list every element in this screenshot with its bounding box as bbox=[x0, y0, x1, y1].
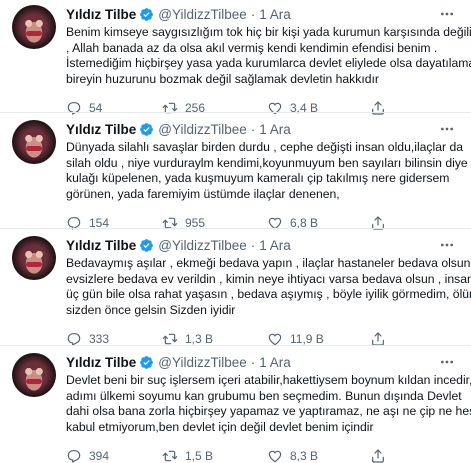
avatar[interactable] bbox=[12, 353, 56, 397]
more-options-icon[interactable] bbox=[437, 5, 457, 23]
reply-button[interactable]: 54 bbox=[66, 99, 102, 117]
tweet[interactable]: Yıldız Tilbe @YildizzTilbee · 1 Ara Beni… bbox=[0, 5, 471, 115]
tweet-feed: Yıldız Tilbe @YildizzTilbee · 1 Ara Beni… bbox=[0, 0, 471, 463]
retweet-count: 256 bbox=[185, 101, 206, 116]
author-handle[interactable]: @YildizzTilbee bbox=[158, 238, 246, 253]
verified-badge-icon bbox=[139, 7, 154, 22]
tweet-actions: 54 256 3,4 B bbox=[66, 99, 461, 117]
more-options-icon[interactable] bbox=[437, 120, 457, 138]
more-options-icon[interactable] bbox=[437, 236, 457, 254]
share-button[interactable] bbox=[370, 447, 386, 463]
verified-badge-icon bbox=[139, 355, 154, 370]
separator-dot: · bbox=[250, 6, 256, 22]
reply-count: 394 bbox=[89, 449, 110, 463]
tweet-text-line: adımı ülkemi soyumu kan grubumu ben seçm… bbox=[66, 388, 462, 403]
like-count: 3,4 B bbox=[290, 101, 319, 116]
tweet-header: Yıldız Tilbe @YildizzTilbee · 1 Ara bbox=[66, 236, 291, 254]
tweet-divider bbox=[0, 112, 471, 113]
separator-dot: · bbox=[250, 237, 256, 253]
retweet-icon bbox=[162, 100, 178, 116]
tweet-date[interactable]: 1 Ara bbox=[259, 238, 291, 253]
reply-icon bbox=[66, 448, 82, 463]
tweet-actions: 394 1,5 B 8,3 B bbox=[66, 447, 461, 463]
separator-dot: · bbox=[250, 354, 256, 370]
tweet-text-line: kulağı küpelenen, yada kuşmuyum kameralı… bbox=[66, 171, 450, 186]
retweet-button[interactable]: 256 bbox=[162, 99, 205, 117]
tweet-text-line: evsizlere bedava ev verildin , kimin ney… bbox=[66, 271, 471, 286]
more-options-icon[interactable] bbox=[437, 353, 457, 371]
tweet-header: Yıldız Tilbe @YildizzTilbee · 1 Ara bbox=[66, 120, 291, 138]
author-name[interactable]: Yıldız Tilbe bbox=[66, 122, 136, 137]
like-button[interactable]: 8,3 B bbox=[267, 447, 318, 463]
tweet-text-line: kabul etmiyorum,ben devlet için değil de… bbox=[66, 419, 374, 434]
like-count: 8,3 B bbox=[290, 449, 319, 463]
tweet-text: Devlet beni bir suç işlersem içeri atabi… bbox=[66, 373, 471, 435]
tweet-date[interactable]: 1 Ara bbox=[259, 7, 291, 22]
tweet-text: Dünyada silahlı savaşlar birden durdu , … bbox=[66, 140, 468, 202]
avatar[interactable] bbox=[12, 120, 56, 164]
tweet-divider bbox=[0, 345, 471, 346]
tweet-text-line: dahi olsa bana zorla hiçbirşey yapamaz v… bbox=[66, 404, 471, 419]
tweet-text-line: Benim kimseye saygısızlığım tok hiç bir … bbox=[66, 25, 471, 39]
tweet[interactable]: Yıldız Tilbe @YildizzTilbee · 1 Ara Düny… bbox=[0, 120, 471, 230]
like-button[interactable]: 3,4 B bbox=[267, 99, 318, 117]
tweet-text-line: İstemediğim hiçbirşey yasa yada kurumlar… bbox=[66, 56, 471, 71]
reply-button[interactable]: 154 bbox=[66, 214, 109, 232]
tweet[interactable]: Yıldız Tilbe @YildizzTilbee · 1 Ara Beda… bbox=[0, 236, 471, 346]
reply-button[interactable]: 394 bbox=[66, 447, 109, 463]
author-handle[interactable]: @YildizzTilbee bbox=[158, 122, 246, 137]
tweet-text-line: Bedavaymış aşılar , ekmeği bedava yapın … bbox=[66, 256, 471, 270]
tweet-text: Benim kimseye saygısızlığım tok hiç bir … bbox=[66, 25, 471, 87]
tweet-text-line: , Allah banada az da olsa akıl vermiş ke… bbox=[66, 40, 438, 55]
tweet-text-line: görünen, yada faremiyim üstümde ilaçlar … bbox=[66, 186, 340, 201]
tweet-text-line: sizden önce gelsin Sizden iyidir bbox=[66, 302, 236, 317]
author-handle[interactable]: @YildizzTilbee bbox=[158, 355, 246, 370]
author-name[interactable]: Yıldız Tilbe bbox=[66, 355, 136, 370]
tweet-divider bbox=[0, 228, 471, 229]
tweet-text-line: üç gün bile olsa rahat yaşasın , bedava … bbox=[66, 287, 471, 302]
author-name[interactable]: Yıldız Tilbe bbox=[66, 238, 136, 253]
verified-badge-icon bbox=[139, 238, 154, 253]
share-button[interactable] bbox=[370, 214, 386, 232]
author-handle[interactable]: @YildizzTilbee bbox=[158, 7, 246, 22]
like-button[interactable]: 6,8 B bbox=[267, 214, 318, 232]
reply-count: 54 bbox=[89, 101, 103, 116]
like-heart-icon bbox=[267, 100, 283, 116]
reply-icon bbox=[66, 100, 82, 116]
tweet-text-line: silah oldu , niye vurduraylm kendimi,koy… bbox=[66, 155, 468, 170]
separator-dot: · bbox=[250, 121, 256, 137]
retweet-icon bbox=[162, 448, 178, 463]
tweet-text: Bedavaymış aşılar , ekmeği bedava yapın … bbox=[66, 256, 471, 318]
tweet-text-line: Devlet beni bir suç işlersem içeri atabi… bbox=[66, 373, 471, 387]
share-icon bbox=[370, 100, 386, 116]
tweet-header: Yıldız Tilbe @YildizzTilbee · 1 Ara bbox=[66, 5, 291, 23]
tweet-header: Yıldız Tilbe @YildizzTilbee · 1 Ara bbox=[66, 353, 291, 371]
retweet-count: 1,5 B bbox=[185, 449, 214, 463]
tweet-date[interactable]: 1 Ara bbox=[259, 122, 291, 137]
share-icon bbox=[370, 448, 386, 463]
like-heart-icon bbox=[267, 448, 283, 463]
retweet-button[interactable]: 955 bbox=[162, 214, 205, 232]
avatar[interactable] bbox=[12, 5, 56, 49]
tweet-date[interactable]: 1 Ara bbox=[259, 355, 291, 370]
tweet-text-line: Dünyada silahlı savaşlar birden durdu , … bbox=[66, 140, 464, 154]
share-button[interactable] bbox=[370, 99, 386, 117]
retweet-button[interactable]: 1,5 B bbox=[162, 447, 213, 463]
verified-badge-icon bbox=[139, 122, 154, 137]
tweet-text-line: bireyin huzurunu bozmak değil sağlamak d… bbox=[66, 71, 379, 86]
author-name[interactable]: Yıldız Tilbe bbox=[66, 7, 136, 22]
tweet-actions: 154 955 6,8 B bbox=[66, 214, 461, 232]
avatar[interactable] bbox=[12, 236, 56, 280]
tweet[interactable]: Yıldız Tilbe @YildizzTilbee · 1 Ara Devl… bbox=[0, 353, 471, 463]
